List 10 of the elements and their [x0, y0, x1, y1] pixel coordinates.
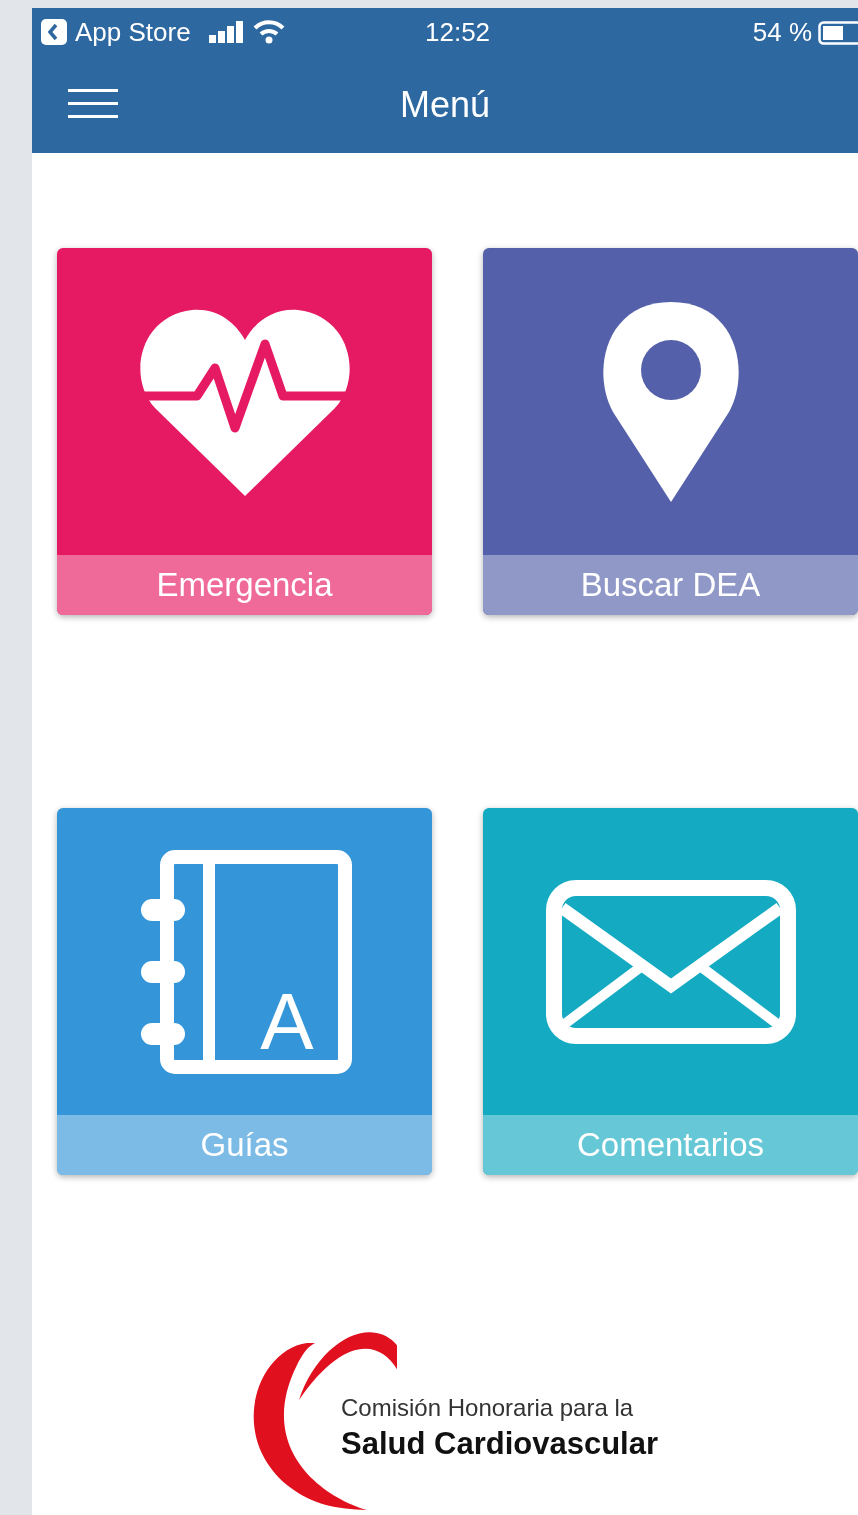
clock-time: 12:52 — [425, 17, 491, 48]
organization-name: Salud Cardiovascular — [341, 1425, 658, 1462]
screen-title: Menú — [399, 83, 491, 126]
menu-tile[interactable]: A Guías — [57, 808, 432, 1175]
menu-tile[interactable]: Comentarios — [483, 808, 858, 1175]
battery-percent: 54 % — [752, 17, 812, 48]
back-label[interactable]: App Store — [75, 16, 191, 48]
organization-name: Comisión Honoraria para la — [341, 1393, 635, 1422]
menu-tile[interactable]: Emergencia — [57, 248, 432, 615]
menu-tile[interactable]: Buscar DEA — [483, 248, 858, 615]
